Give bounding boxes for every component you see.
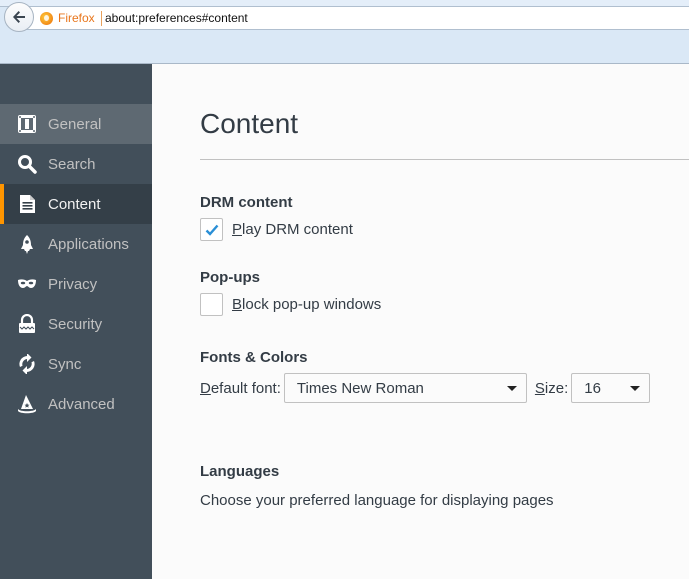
site-identity[interactable]: Firefox	[40, 10, 102, 27]
page-title: Content	[200, 108, 299, 139]
sidebar-item-label: Sync	[48, 355, 82, 373]
sidebar-item-general[interactable]: General	[0, 104, 152, 144]
dropdown-arrow-icon	[506, 386, 517, 391]
sidebar-item-label: Search	[48, 155, 96, 173]
fonts-row: Default font: Times New Roman Size: 16	[200, 373, 651, 403]
header-divider	[200, 159, 689, 160]
play-drm-content-row[interactable]: Play DRM content	[200, 218, 353, 241]
sidebar-item-label: Content	[48, 195, 101, 213]
sidebar-item-label: Privacy	[48, 275, 98, 293]
url-text[interactable]: about:preferences#content	[105, 10, 248, 27]
checkmark-icon	[205, 224, 218, 236]
search-icon	[17, 154, 37, 174]
sidebar-item-label: Advanced	[48, 395, 115, 413]
applications-icon	[17, 234, 37, 254]
default-font-select[interactable]: Times New Roman	[283, 373, 527, 403]
default-font-label: Default font:	[200, 379, 281, 397]
fonts-colors-section-heading: Fonts & Colors	[200, 349, 308, 366]
dropdown-arrow-icon	[630, 386, 641, 391]
content-pane: Content DRM content Play DRM content Pop…	[152, 64, 689, 579]
sidebar-item-label: Applications	[48, 235, 129, 253]
drm-section-heading: DRM content	[200, 194, 293, 211]
play-drm-content-label: Play DRM content	[232, 221, 353, 238]
sync-icon	[17, 354, 37, 374]
block-popups-checkbox[interactable]	[200, 293, 223, 316]
back-button[interactable]	[4, 2, 34, 32]
popups-section-heading: Pop-ups	[200, 269, 260, 286]
size-label: Size:	[534, 379, 569, 397]
sidebar-item-sync[interactable]: Sync	[0, 344, 152, 384]
back-arrow-icon	[13, 11, 25, 23]
sidebar-item-advanced[interactable]: Advanced	[0, 384, 152, 424]
default-font-value: Times New Roman	[296, 379, 424, 397]
play-drm-content-checkbox[interactable]	[200, 218, 223, 241]
languages-section-heading: Languages	[200, 463, 280, 480]
sidebar-item-applications[interactable]: Applications	[0, 224, 152, 264]
sidebar-item-search[interactable]: Search	[0, 144, 152, 184]
sidebar-item-label: Security	[48, 315, 103, 333]
sidebar-item-privacy[interactable]: Privacy	[0, 264, 152, 304]
font-size-value: 16	[584, 379, 601, 397]
sidebar-item-label: General	[48, 115, 102, 133]
identity-label: Firefox	[58, 11, 102, 26]
browser-toolbar: Firefox about:preferences#content	[0, 0, 689, 64]
block-popups-row[interactable]: Block pop-up windows	[200, 293, 381, 316]
general-icon	[17, 114, 37, 134]
preferences-sidebar: General Search Content Applications Priv…	[0, 64, 152, 579]
font-size-select[interactable]: 16	[571, 373, 651, 403]
privacy-mask-icon	[17, 274, 37, 294]
block-popups-label: Block pop-up windows	[232, 296, 382, 313]
advanced-wizard-hat-icon	[17, 394, 37, 414]
sidebar-item-security[interactable]: Security	[0, 304, 152, 344]
firefox-logo-icon	[40, 12, 53, 25]
security-lock-icon	[17, 314, 37, 334]
languages-description: Choose your preferred language for displ…	[200, 492, 554, 509]
content-icon	[17, 194, 37, 214]
sidebar-item-content[interactable]: Content	[0, 184, 152, 224]
